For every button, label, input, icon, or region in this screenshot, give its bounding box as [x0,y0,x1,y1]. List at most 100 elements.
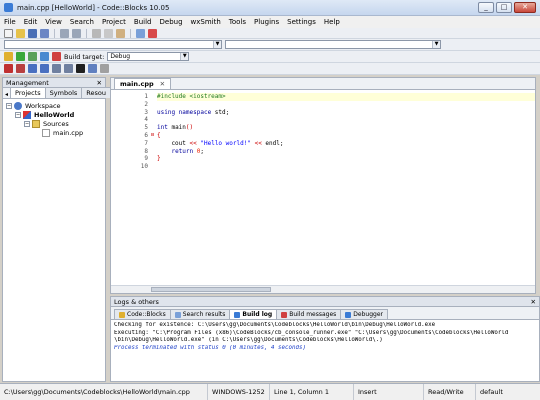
menu-view[interactable]: View [45,18,62,26]
title-bar: main.cpp [HelloWorld] - Code::Blocks 10.… [0,0,540,16]
menu-file[interactable]: File [4,18,16,26]
tab-debugger[interactable]: Debugger [340,309,388,319]
next-line-icon[interactable] [28,64,37,73]
line-number: 6 [144,131,148,139]
code-completion-toolbar: ▼ ▼ [0,39,540,51]
log-line: Checking for existence: C:\Users\gg\Docu… [114,322,436,328]
tree-item-workspace[interactable]: − Workspace [6,101,102,110]
tree-item-sources[interactable]: − Sources [6,119,102,128]
collapse-icon[interactable]: − [6,102,12,109]
undo-icon[interactable] [60,28,69,38]
step-out-icon[interactable] [64,64,73,73]
close-button[interactable]: ✕ [514,2,536,13]
menu-project[interactable]: Project [102,18,126,26]
chevron-left-icon[interactable]: ◂ [3,91,10,98]
line-number: 5 [144,124,148,132]
menu-debug[interactable]: Debug [160,18,183,26]
abort-icon[interactable] [52,52,61,61]
build-target-value: Debug [110,53,131,60]
copy-icon[interactable] [104,28,113,38]
run-to-cursor-icon[interactable] [16,64,25,73]
tab-resources[interactable]: Resou [81,87,111,98]
tree-item-main-cpp[interactable]: main.cpp [6,128,102,137]
tab-build-log[interactable]: Build log [229,309,278,319]
editor-tab-label: main.cpp [120,80,154,88]
build-icon[interactable] [4,52,13,61]
save-all-icon[interactable] [40,28,49,38]
tab-projects[interactable]: Projects [10,87,46,98]
minimize-button[interactable]: _ [478,2,494,13]
line-number: 3 [144,108,148,116]
save-icon[interactable] [28,28,37,38]
menu-search[interactable]: Search [70,18,94,26]
paste-icon[interactable] [116,28,125,38]
toolbar-separator [86,28,87,38]
collapse-icon[interactable]: − [15,111,21,118]
new-file-icon[interactable] [4,28,13,38]
code-line: using namespace std; [157,108,230,116]
management-close-button[interactable]: ✕ [97,79,102,87]
logs-close-button[interactable]: ✕ [531,298,536,306]
editor-horizontal-scrollbar[interactable] [111,285,535,293]
find-icon[interactable] [136,28,145,38]
log-line: \bin\Debug\HelloWorld.exe" (in C:\Users\… [114,337,383,343]
status-insert-mode: Insert [354,384,424,400]
replace-icon[interactable] [148,28,157,38]
logs-panel: Logs & others ✕ Code::Blocks Search resu… [110,296,540,382]
menu-edit[interactable]: Edit [24,18,38,26]
menu-wxsmith[interactable]: wxSmith [191,18,221,26]
redo-icon[interactable] [72,28,81,38]
log-tab-label: Search results [182,311,226,318]
menu-plugins[interactable]: Plugins [254,18,279,26]
main-toolbar [0,28,540,39]
step-into-icon[interactable] [52,64,61,73]
logs-header: Logs & others ✕ [111,297,539,307]
build-target-select[interactable]: Debug ▼ [107,52,190,61]
tree-item-project[interactable]: − HelloWorld [6,110,102,119]
code-area[interactable]: 1 2 3 4 5 6 7 8 9 10 ⊟ #include <iostrea… [111,91,535,285]
line-number: 4 [144,116,148,124]
build-and-run-icon[interactable] [28,52,37,61]
close-icon[interactable]: ✕ [160,80,165,88]
menu-build[interactable]: Build [134,18,152,26]
cut-icon[interactable] [92,28,101,38]
tab-symbols[interactable]: Symbols [44,87,83,98]
management-title: Management [6,78,49,87]
maximize-button[interactable]: □ [496,2,512,13]
run-icon[interactable] [16,52,25,61]
next-instruction-icon[interactable] [40,64,49,73]
window-title: main.cpp [HelloWorld] - Code::Blocks 10.… [17,3,170,12]
menu-tools[interactable]: Tools [229,18,246,26]
open-folder-icon[interactable] [16,28,25,38]
compiler-toolbar: Build target: Debug ▼ [0,51,540,63]
log-tab-label: Debugger [353,311,383,318]
scrollbar-thumb[interactable] [151,287,271,292]
debugging-windows-icon[interactable] [88,64,97,73]
collapse-icon[interactable]: − [24,120,30,127]
scope-combo[interactable]: ▼ [4,40,222,49]
stop-debugger-icon[interactable] [76,64,85,73]
function-combo[interactable]: ▼ [225,40,441,49]
tab-main-cpp[interactable]: main.cpp ✕ [114,78,172,89]
tab-codeblocks-log[interactable]: Code::Blocks [114,309,171,319]
line-number: 2 [144,100,148,108]
tab-build-messages[interactable]: Build messages [276,309,342,319]
info-icon[interactable] [100,64,109,73]
status-file-path: C:\Users\gg\Documents\Codeblocks\HelloWo… [0,384,208,400]
menu-settings[interactable]: Settings [287,18,316,26]
gear-icon [234,311,241,318]
build-log-output[interactable]: Checking for existence: C:\Users\gg\Docu… [111,320,539,354]
project-icon [23,110,31,119]
file-icon [42,128,50,137]
editor-tabs: main.cpp ✕ [111,78,535,90]
menu-help[interactable]: Help [324,18,340,26]
rebuild-icon[interactable] [40,52,49,61]
code-editor[interactable]: main.cpp ✕ 1 2 3 4 5 6 7 8 9 10 ⊟ #inclu… [110,77,536,294]
project-tree: − Workspace − HelloWorld − Sources main.… [3,99,105,139]
debug-start-icon[interactable] [4,64,13,73]
debugger-icon [345,311,352,318]
status-cursor-position: Line 1, Column 1 [270,384,354,400]
build-target-label: Build target: [64,52,105,61]
tab-search-results[interactable]: Search results [169,309,231,319]
